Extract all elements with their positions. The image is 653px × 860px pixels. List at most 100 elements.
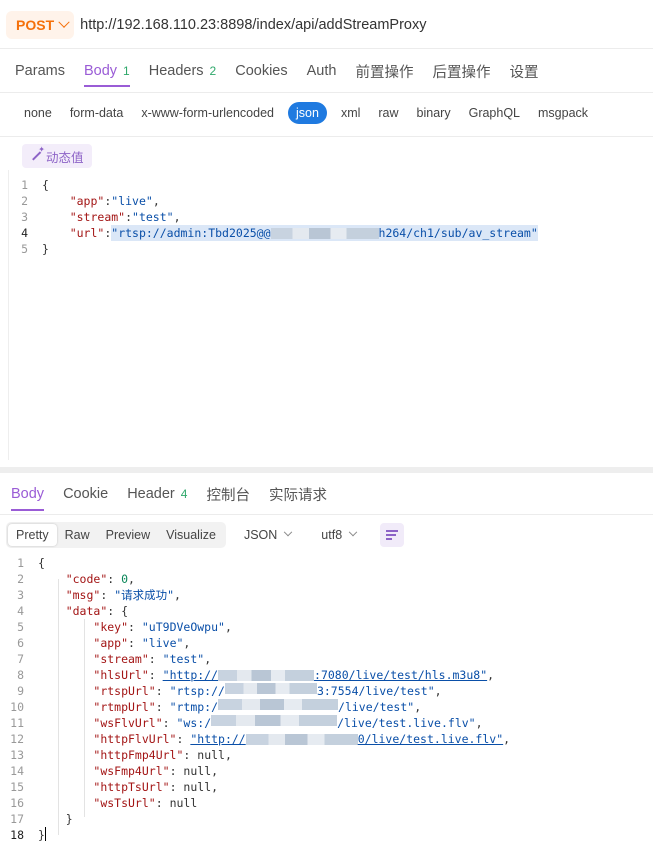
link-text: "http:// — [190, 732, 246, 746]
word-wrap-button[interactable] — [380, 523, 405, 547]
colon: : — [162, 716, 177, 730]
body-type-raw[interactable]: raw — [378, 102, 398, 124]
comma: , — [183, 636, 191, 650]
json-link[interactable]: "http:// 0/live/test.live.flv" — [190, 731, 503, 747]
close-brace: } — [65, 812, 73, 826]
json-key: "msg" — [65, 588, 101, 602]
line-number: 8 — [17, 668, 24, 682]
code-line: 6 "app": "live", — [2, 635, 510, 651]
json-value: 0 — [121, 572, 129, 586]
response-tabs: Body Cookie Header 4 控制台 实际请求 — [0, 482, 346, 511]
tab-actual-request[interactable]: 实际请求 — [269, 484, 327, 505]
tab-post-actions[interactable]: 后置操作 — [432, 61, 490, 82]
request-body-editor[interactable]: 1{ 2 "app": "live", 3 "stream": "test", 4 … — [6, 177, 538, 257]
chevron-down-icon — [284, 527, 293, 537]
code-line: 9 "rtspUrl": "rtsp:// 3:7554/live/test", — [2, 683, 510, 699]
tab-label: Headers — [148, 63, 204, 79]
json-value: null — [183, 780, 212, 794]
chevron-down-icon — [58, 16, 70, 28]
comma: , — [224, 620, 232, 634]
view-preview[interactable]: Preview — [98, 524, 158, 546]
line-number: 3 — [17, 588, 24, 602]
colon: : — [107, 572, 122, 586]
line-number: 9 — [17, 684, 24, 698]
text-caret — [44, 827, 47, 841]
wrap-icon-line — [386, 530, 399, 532]
tab-cookies[interactable]: Cookies — [235, 63, 287, 79]
redacted-blur — [218, 670, 315, 681]
tab-label: Auth — [306, 63, 337, 79]
comma: , — [211, 764, 219, 778]
code-text: { — [42, 178, 49, 192]
json-key: "httpTsUrl" — [93, 780, 170, 794]
body-type-form-data[interactable]: form-data — [70, 102, 124, 124]
dynamic-value-button[interactable]: 动态值 — [22, 144, 92, 168]
tab-settings[interactable]: 设置 — [509, 61, 538, 82]
line-number: 4 — [21, 226, 28, 240]
tab-label: Body — [83, 63, 118, 79]
tab-console[interactable]: 控制台 — [206, 484, 250, 505]
body-type-urlencoded[interactable]: x-www-form-urlencoded — [141, 102, 274, 124]
format-dropdown[interactable]: JSON — [243, 527, 293, 542]
json-value: "test" — [162, 652, 205, 666]
json-key: "app" — [69, 194, 105, 208]
json-value: "live" — [141, 636, 184, 650]
json-link[interactable]: "http://:7080/live/test/hls.m3u8" — [163, 667, 487, 683]
divider — [0, 136, 653, 137]
comma: , — [224, 748, 232, 762]
encoding-dropdown[interactable]: utf8 — [321, 527, 358, 542]
tab-headers[interactable]: Headers 2 — [149, 63, 217, 79]
body-type-graphql[interactable]: GraphQL — [469, 102, 520, 124]
colon: : — [169, 780, 184, 794]
json-value: "uT9DVeOwpu" — [141, 620, 225, 634]
line-number: 17 — [10, 812, 24, 826]
body-type-json[interactable]: json — [288, 102, 327, 124]
view-raw[interactable]: Raw — [57, 524, 98, 546]
close-brace: } — [38, 828, 45, 842]
comma: , — [414, 700, 422, 714]
tab-response-header[interactable]: Header 4 — [127, 486, 187, 502]
line-number: 11 — [10, 716, 24, 730]
response-body-viewer[interactable]: 1{ 2 "code": 0, 3 "msg": "请求成功", 4 "data… — [2, 555, 510, 843]
body-type-binary[interactable]: binary — [417, 102, 451, 124]
json-key: "stream" — [93, 652, 149, 666]
code-line: 5} — [6, 241, 538, 257]
colon: : — [128, 620, 142, 634]
code-line: 2 "code": 0, — [2, 571, 510, 587]
body-type-selector: none form-data x-www-form-urlencoded jso… — [0, 101, 606, 125]
tab-pre-actions[interactable]: 前置操作 — [355, 61, 413, 82]
line-number: 4 — [17, 604, 24, 618]
colon: : — [155, 700, 170, 714]
view-pretty[interactable]: Pretty — [8, 524, 57, 546]
line-number: 2 — [17, 572, 24, 586]
code-line: 16 "wsTsUrl": null — [2, 795, 510, 811]
tab-body[interactable]: Body 1 — [83, 63, 130, 87]
tab-response-body[interactable]: Body — [11, 486, 45, 511]
comma: , — [211, 780, 219, 794]
line-number: 1 — [17, 556, 24, 570]
comma: , — [503, 732, 511, 746]
view-visualize[interactable]: Visualize — [158, 524, 224, 546]
panel-divider[interactable] — [0, 467, 653, 473]
tab-auth[interactable]: Auth — [307, 63, 337, 79]
line-number: 7 — [17, 652, 24, 666]
json-key: "url" — [69, 226, 105, 240]
colon: : — [155, 684, 170, 698]
line-number: 5 — [17, 620, 24, 634]
url-input[interactable]: http://192.168.110.23:8898/index/api/add… — [80, 17, 426, 33]
body-type-xml[interactable]: xml — [341, 102, 360, 124]
method-select[interactable]: POST — [6, 11, 75, 39]
json-key: "rtmpUrl" — [93, 700, 156, 714]
tab-response-cookie[interactable]: Cookie — [63, 486, 108, 502]
format-label: JSON — [243, 528, 278, 542]
json-value: /live/test.live.flv" — [337, 716, 476, 730]
tab-params[interactable]: Params — [15, 63, 65, 79]
wrap-icon-line — [386, 534, 397, 536]
body-type-none[interactable]: none — [24, 102, 52, 124]
colon: : — [183, 748, 198, 762]
body-type-msgpack[interactable]: msgpack — [538, 102, 588, 124]
tab-label: 设置 — [509, 64, 539, 81]
